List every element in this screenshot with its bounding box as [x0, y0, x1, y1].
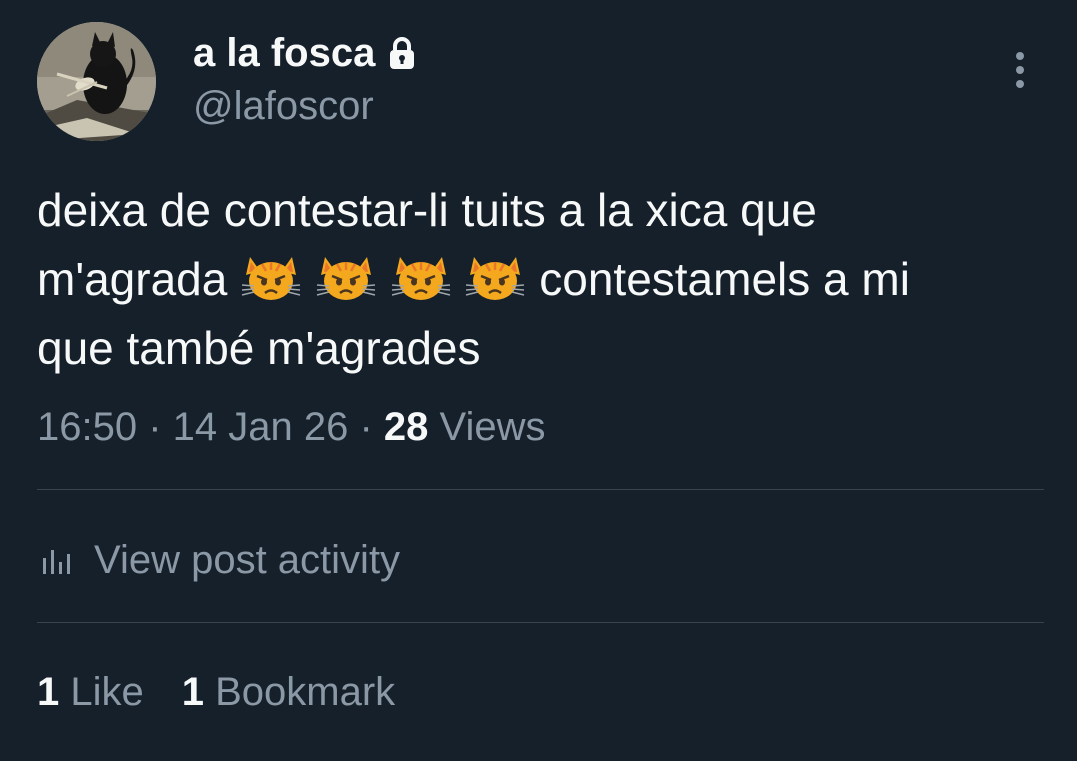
- likes-stat[interactable]: 1 Like: [37, 667, 144, 717]
- avatar[interactable]: [37, 22, 156, 141]
- bookmarks-label: Bookmark: [204, 670, 396, 714]
- tweet-meta: 16:50 · 14 Jan 26 · 28 Views: [37, 402, 546, 452]
- lock-icon: [387, 36, 417, 72]
- engagement-stats: 1 Like 1 Bookmark: [37, 667, 395, 717]
- views-count: 28: [383, 405, 429, 449]
- tweet-text: deixa de contestar-li tuits a la xica qu…: [37, 176, 1047, 383]
- tweet-date[interactable]: 14 Jan 26: [173, 405, 349, 449]
- more-options-icon[interactable]: [1002, 50, 1038, 90]
- pouting-cat-emoji: [302, 253, 377, 305]
- divider: [37, 489, 1044, 490]
- views-label: Views: [428, 405, 546, 449]
- tweet-detail: a la fosca @lafoscor deixa de contestar-…: [0, 0, 1077, 761]
- pouting-cat-emoji: [227, 253, 302, 305]
- view-post-activity-button[interactable]: View post activity: [40, 535, 400, 585]
- tweet-line-2-end: contestamels a mi: [526, 253, 910, 305]
- likes-count: 1: [37, 670, 60, 714]
- meta-separator: ·: [137, 405, 173, 449]
- tweet-time[interactable]: 16:50: [37, 405, 137, 449]
- black-cat-avatar-icon: [37, 22, 156, 141]
- author-handle[interactable]: @lafoscor: [193, 83, 374, 129]
- author-name-row: a la fosca: [193, 30, 417, 76]
- likes-label: Like: [59, 670, 144, 714]
- bookmarks-count: 1: [181, 670, 204, 714]
- meta-separator: ·: [348, 405, 384, 449]
- tweet-line-1: deixa de contestar-li tuits a la xica qu…: [37, 184, 817, 236]
- display-name[interactable]: a la fosca: [193, 30, 375, 76]
- divider: [37, 622, 1044, 623]
- tweet-line-2-start: m'agrada: [37, 253, 228, 305]
- bookmarks-stat[interactable]: 1 Bookmark: [182, 667, 395, 717]
- tweet-line-3: que també m'agrades: [37, 322, 481, 374]
- pouting-cat-emoji: [452, 253, 527, 305]
- bar-chart-icon: [40, 540, 76, 580]
- view-post-activity-label: View post activity: [94, 538, 401, 582]
- pouting-cat-emoji: [377, 253, 452, 305]
